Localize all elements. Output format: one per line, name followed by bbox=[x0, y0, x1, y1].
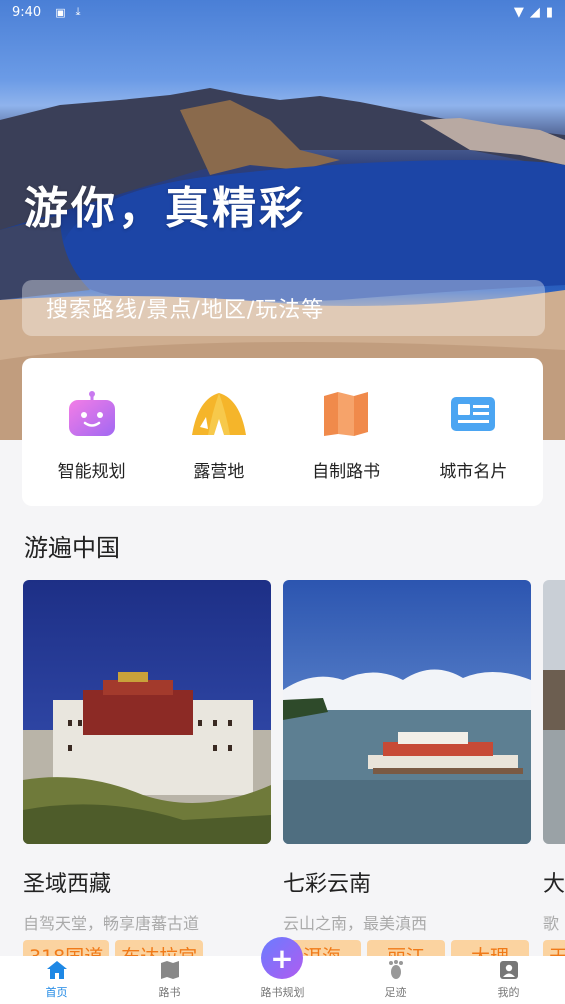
status-bar: 9:40 ▣ ⤓ ▼ ◢ ▮ bbox=[0, 0, 565, 24]
wifi-icon: ▼ bbox=[513, 4, 524, 20]
quick-action-label: 露营地 bbox=[193, 461, 245, 482]
card-subtitle: 自驾天堂，畅享唐蕃古道 bbox=[23, 914, 200, 933]
add-roadbook-plan-button[interactable]: + bbox=[261, 937, 303, 979]
city-card-icon bbox=[442, 383, 504, 445]
nav-item-home[interactable]: 首页 bbox=[7, 959, 107, 1000]
map-icon bbox=[160, 959, 180, 981]
nav-label: 路书 bbox=[158, 986, 181, 999]
quick-action-label: 城市名片 bbox=[439, 461, 508, 482]
battery-icon: ▮ bbox=[545, 4, 553, 20]
quick-action-campsite[interactable]: 露营地 bbox=[159, 383, 279, 482]
quick-action-label: 智能规划 bbox=[57, 461, 126, 482]
search-bar[interactable]: 搜索路线/景点/地区/玩法等 bbox=[22, 280, 545, 336]
tibet-image bbox=[23, 580, 271, 844]
nav-label: 路书规划 bbox=[260, 986, 305, 999]
destination-card-tibet[interactable]: 圣域西藏 自驾天堂，畅享唐蕃古道 318国道 布达拉宫 bbox=[23, 580, 271, 971]
quick-action-smart-plan[interactable]: 智能规划 bbox=[32, 383, 152, 482]
home-icon bbox=[46, 959, 68, 981]
card-title: 圣域西藏 bbox=[23, 872, 112, 897]
quick-actions-card: 智能规划 露营地 自制路书 城市名片 bbox=[22, 358, 543, 506]
section-title: 游遍中国 bbox=[24, 534, 120, 562]
footprint-icon bbox=[388, 959, 404, 981]
destination-card-yunnan[interactable]: 七彩云南 云山之南，最美滇西 洱海 丽江 大理 bbox=[283, 580, 531, 971]
nav-item-footprint[interactable]: 足迹 bbox=[346, 959, 446, 1000]
signal-icon: ◢ bbox=[529, 4, 540, 20]
profile-icon bbox=[499, 959, 518, 981]
quick-action-label: 自制路书 bbox=[312, 461, 381, 482]
card-subtitle: 歌 bbox=[543, 914, 560, 933]
nav-item-roadbook[interactable]: 路书 bbox=[120, 959, 220, 1000]
map-book-icon bbox=[315, 383, 377, 445]
status-time: 9:40 bbox=[12, 4, 42, 20]
destination-card-partial[interactable]: 大 歌 天 bbox=[543, 580, 565, 971]
card-subtitle: 云山之南，最美滇西 bbox=[283, 914, 428, 933]
notification-icon: ▣ bbox=[55, 5, 66, 19]
nav-label: 首页 bbox=[45, 986, 68, 999]
hero-title: 游你，真精彩 bbox=[24, 183, 306, 234]
card-title: 七彩云南 bbox=[283, 872, 372, 897]
tent-icon bbox=[188, 383, 250, 445]
download-icon: ⤓ bbox=[75, 5, 81, 18]
plus-icon: + bbox=[270, 941, 294, 975]
robot-icon bbox=[61, 383, 123, 445]
nav-item-profile[interactable]: 我的 bbox=[459, 959, 559, 1000]
partial-card-image bbox=[543, 580, 565, 844]
nav-label: 我的 bbox=[497, 986, 520, 999]
quick-action-city-card[interactable]: 城市名片 bbox=[413, 383, 533, 482]
card-title: 大 bbox=[543, 872, 565, 897]
search-placeholder: 搜索路线/景点/地区/玩法等 bbox=[46, 298, 325, 323]
nav-label: 足迹 bbox=[384, 986, 407, 999]
yunnan-image bbox=[283, 580, 531, 844]
quick-action-custom-roadbook[interactable]: 自制路书 bbox=[286, 383, 406, 482]
